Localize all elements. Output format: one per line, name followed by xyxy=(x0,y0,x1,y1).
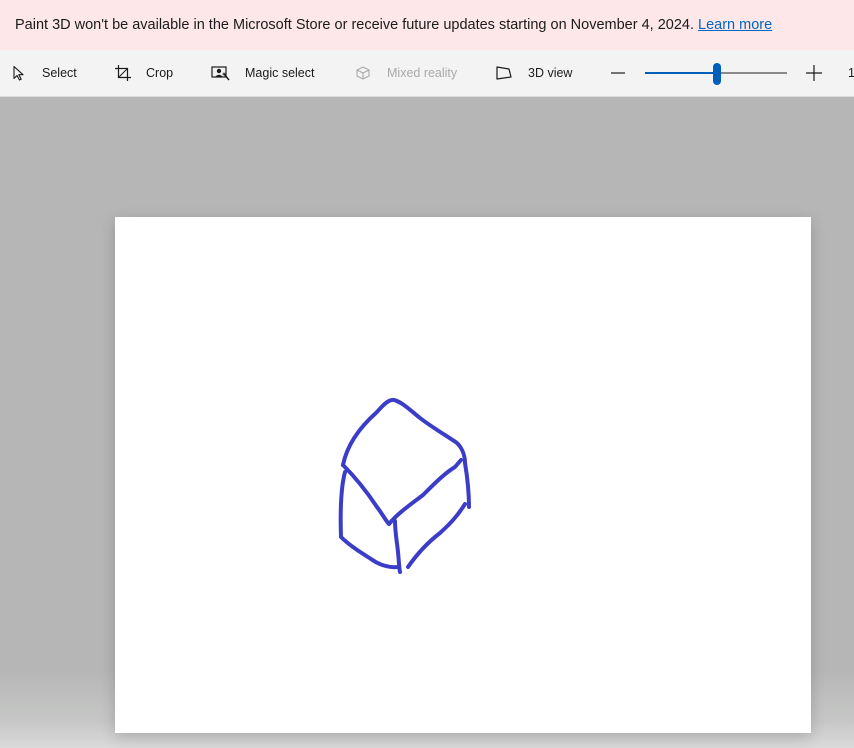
mixed-reality-icon xyxy=(356,66,370,80)
mixed-reality-tool-label: Mixed reality xyxy=(387,66,458,80)
cube-center-diagonal xyxy=(387,458,463,526)
3d-view-tool-button[interactable]: 3D view xyxy=(495,50,572,96)
cube-drawing xyxy=(338,397,471,574)
select-tool-button[interactable]: Select xyxy=(12,50,77,96)
plus-icon xyxy=(806,65,822,81)
cube-top-edge xyxy=(341,397,467,467)
cube-left-side xyxy=(338,470,400,570)
minus-icon xyxy=(611,72,625,74)
deprecation-banner: Paint 3D won't be available in the Micro… xyxy=(0,0,854,50)
toolbar: Select Crop Magic select Mixed reality 3… xyxy=(0,50,854,97)
cube-center-vertical xyxy=(393,519,402,574)
zoom-slider-thumb[interactable] xyxy=(713,63,721,85)
magic-select-tool-label: Magic select xyxy=(245,66,315,80)
cube-right-bottom xyxy=(406,502,467,569)
cube-right-vertical xyxy=(463,461,471,509)
zoom-in-button[interactable] xyxy=(802,61,826,85)
mixed-reality-tool-button[interactable]: Mixed reality xyxy=(355,50,457,96)
cube-left-diagonal xyxy=(341,463,391,526)
zoom-out-button[interactable] xyxy=(606,61,630,85)
banner-message: Paint 3D won't be available in the Micro… xyxy=(15,17,695,33)
magic-select-tool-button[interactable]: Magic select xyxy=(211,50,314,96)
zoom-slider-fill xyxy=(645,72,716,74)
3d-view-icon xyxy=(496,66,512,80)
3d-view-tool-label: 3D view xyxy=(528,66,573,80)
magic-select-icon xyxy=(211,66,230,81)
drawing-canvas[interactable] xyxy=(115,217,811,733)
learn-more-link[interactable]: Learn more xyxy=(698,17,772,33)
zoom-percentage[interactable]: 1 xyxy=(848,50,854,96)
crop-tool-label: Crop xyxy=(146,66,174,80)
select-tool-label: Select xyxy=(42,66,77,80)
select-arrow-icon xyxy=(13,65,24,81)
crop-tool-button[interactable]: Crop xyxy=(114,50,173,96)
crop-icon xyxy=(115,65,131,81)
zoom-slider[interactable] xyxy=(645,63,787,85)
